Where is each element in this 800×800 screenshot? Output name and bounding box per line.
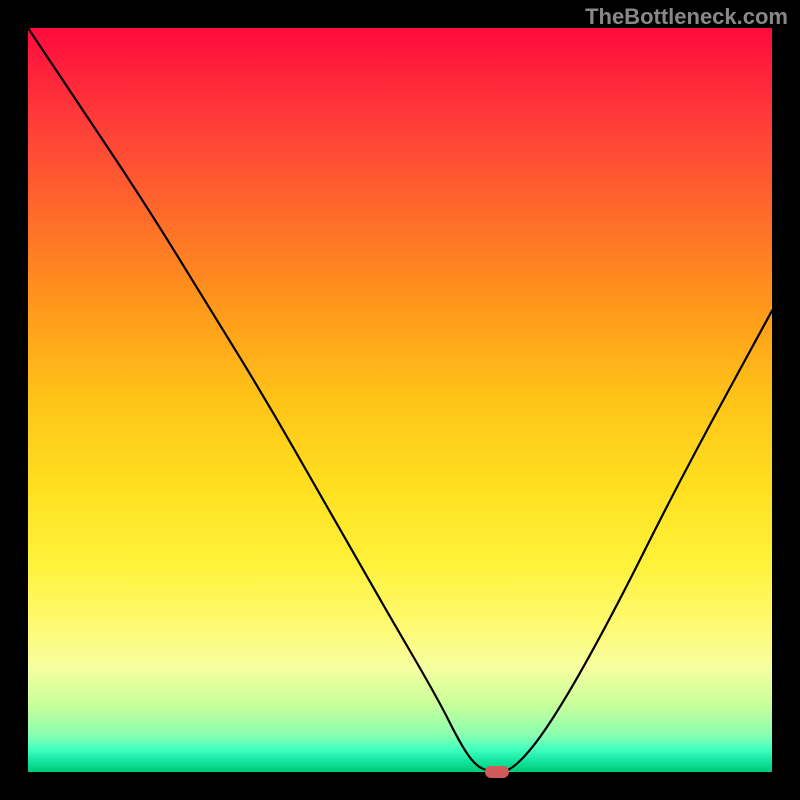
bottleneck-curve — [28, 28, 772, 772]
optimal-marker — [485, 766, 509, 778]
chart-container: TheBottleneck.com — [0, 0, 800, 800]
watermark-label: TheBottleneck.com — [585, 4, 788, 30]
plot-area — [28, 28, 772, 772]
